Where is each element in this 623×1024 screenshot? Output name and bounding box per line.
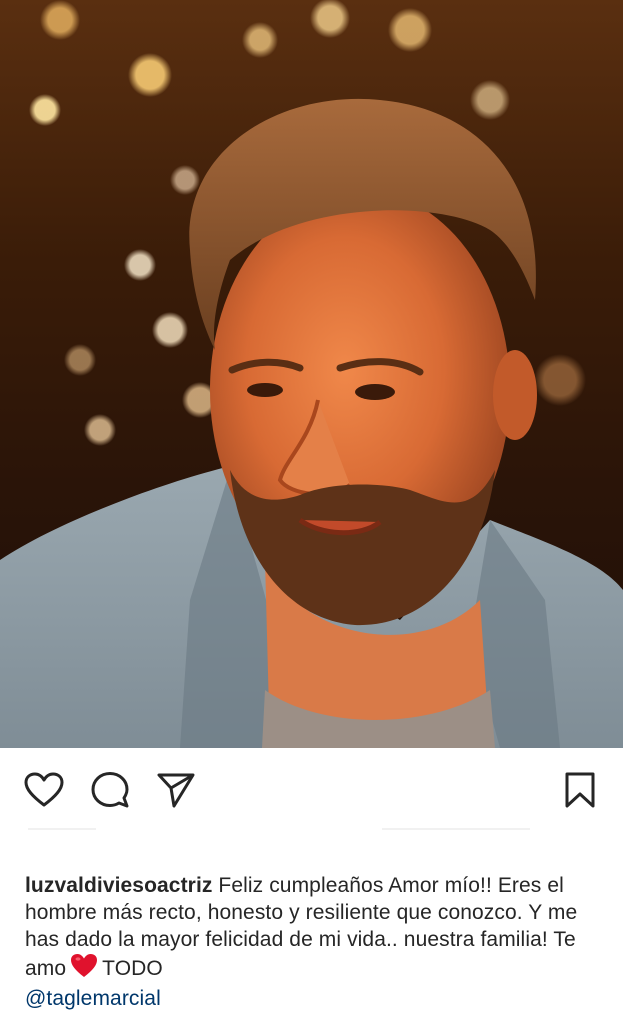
divider (382, 828, 530, 830)
caption-text: Feliz cumpleaños Amor mío!! (218, 874, 492, 897)
paper-plane-icon[interactable] (156, 770, 196, 810)
post-photo-subject (0, 98, 623, 748)
post-action-bar (0, 748, 623, 828)
red-heart-icon (70, 953, 98, 985)
caption-username[interactable]: luzvaldiviesoactriz (25, 874, 212, 897)
caption-text: TODO (102, 957, 163, 980)
post-photo[interactable] (0, 0, 623, 748)
caption-mention-link[interactable]: @taglemarcial (25, 987, 161, 1010)
bookmark-icon[interactable] (560, 770, 600, 810)
post-caption: luzvaldiviesoactriz Feliz cumpleaños Amo… (25, 872, 600, 1012)
heart-outline-icon[interactable] (24, 770, 64, 810)
comment-bubble-icon[interactable] (90, 770, 130, 810)
divider (28, 828, 96, 830)
